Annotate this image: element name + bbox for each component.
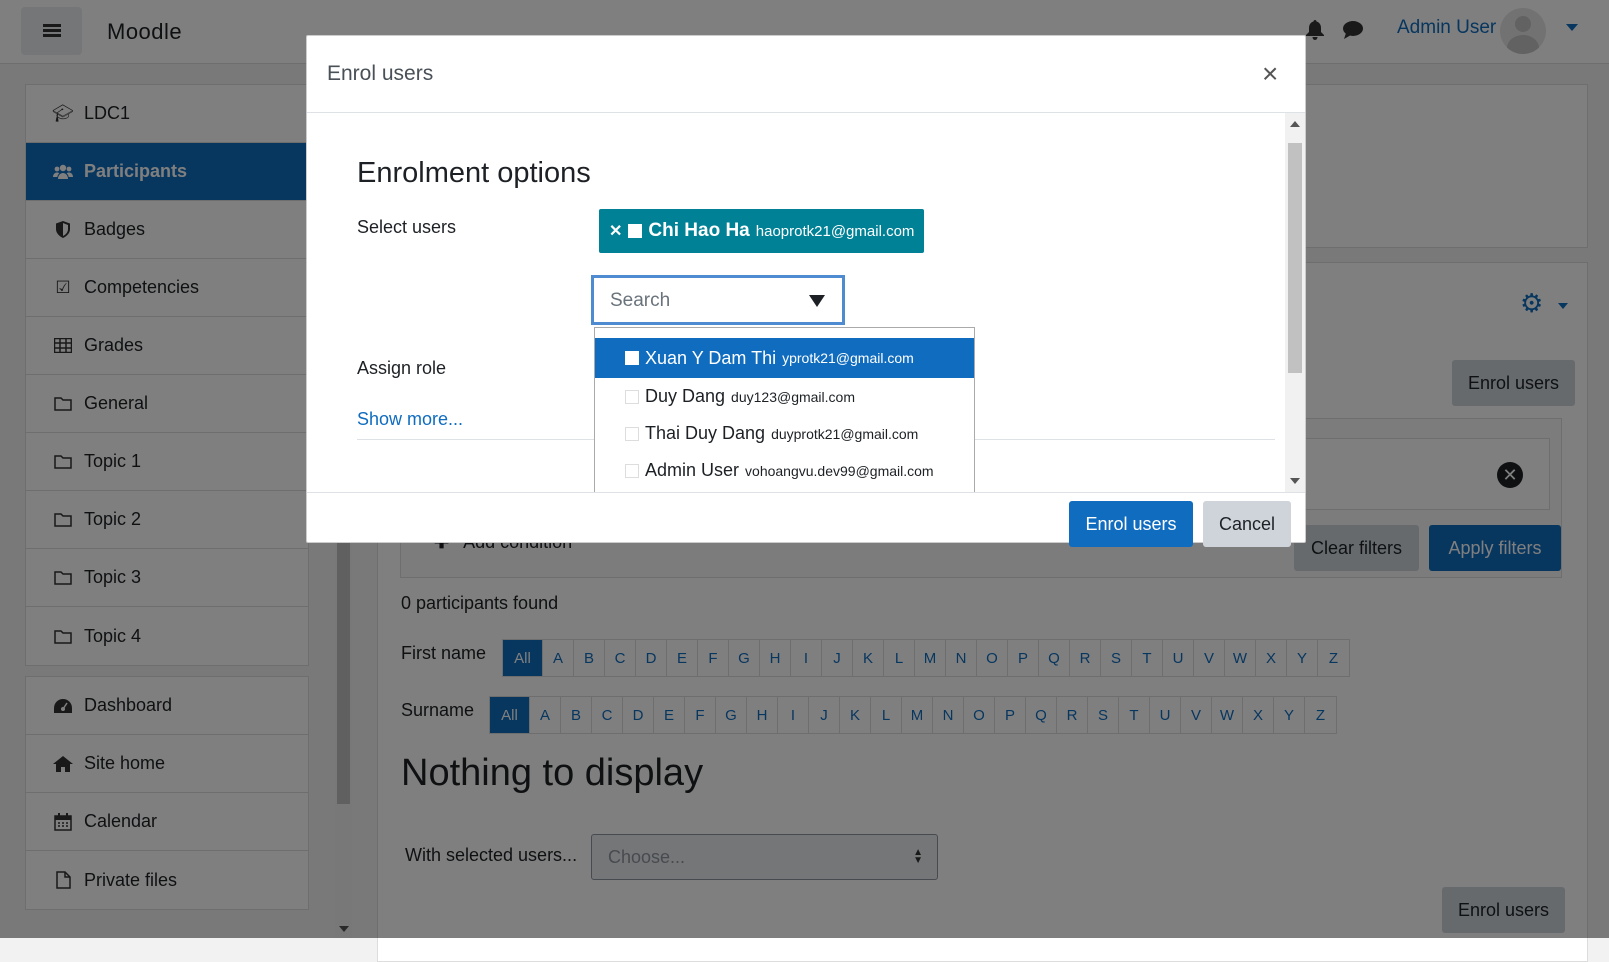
user-picture (625, 389, 639, 404)
suggestion-name: Duy Dang (645, 386, 726, 406)
selected-user-email: haoprotk21@gmail.com (755, 222, 915, 240)
show-more-link[interactable]: Show more... (357, 409, 463, 430)
enrol-users-dialog: Enrol users × Enrolment options Select u… (306, 35, 1306, 547)
suggestion-name: Admin User (645, 460, 740, 480)
enrol-users-submit-button[interactable]: Enrol users (1069, 501, 1193, 547)
scroll-down-icon[interactable] (1290, 478, 1300, 484)
suggestion-item[interactable]: Admin User vohoangvu.dev99@gmail.com (595, 452, 974, 489)
user-picture (625, 426, 639, 441)
select-users-label: Select users (357, 217, 457, 237)
modal-header: Enrol users × (307, 36, 1305, 113)
assign-role-label: Assign role (357, 358, 447, 378)
suggestion-name: Thai Duy Dang (645, 423, 766, 443)
user-suggestions-list: Xuan Y Dam Thi yprotk21@gmail.com Duy Da… (594, 327, 975, 492)
suggestion-email: duyprotk21@gmail.com (771, 425, 919, 442)
scroll-thumb[interactable] (1288, 143, 1302, 373)
remove-icon[interactable]: ✕ (609, 221, 622, 241)
modal-scrollbar[interactable] (1285, 113, 1305, 492)
modal-title: Enrol users (327, 62, 434, 85)
close-icon[interactable]: × (1262, 60, 1278, 88)
section-heading: Enrolment options (357, 157, 591, 189)
selected-user-chip[interactable]: ✕ Chi Hao Ha haoprotk21@gmail.com (599, 209, 925, 253)
suggestion-email: yprotk21@gmail.com (782, 350, 914, 366)
scroll-up-icon[interactable] (1290, 121, 1300, 127)
selected-user-name: Chi Hao Ha (648, 220, 750, 241)
dropdown-arrow-icon[interactable] (809, 295, 825, 307)
user-search-input[interactable] (610, 288, 790, 314)
suggestion-item[interactable]: Xuan Y Dam Thi yprotk21@gmail.com (595, 338, 974, 378)
cancel-button[interactable]: Cancel (1203, 501, 1291, 547)
suggestion-email: duy123@gmail.com (731, 388, 855, 405)
suggestion-name: Xuan Y Dam Thi (645, 347, 777, 368)
suggestion-item[interactable]: Duy Dang duy123@gmail.com (595, 378, 974, 415)
user-search-box[interactable] (591, 275, 845, 325)
user-picture (628, 224, 643, 238)
user-picture (625, 351, 639, 365)
user-picture (625, 463, 639, 478)
modal-footer: Enrol users Cancel (307, 492, 1305, 547)
suggestion-email: vohoangvu.dev99@gmail.com (745, 462, 934, 479)
modal-body: Enrolment options Select users ✕ Chi Hao… (307, 113, 1305, 492)
suggestion-item[interactable]: Thai Duy Dang duyprotk21@gmail.com (595, 415, 974, 452)
